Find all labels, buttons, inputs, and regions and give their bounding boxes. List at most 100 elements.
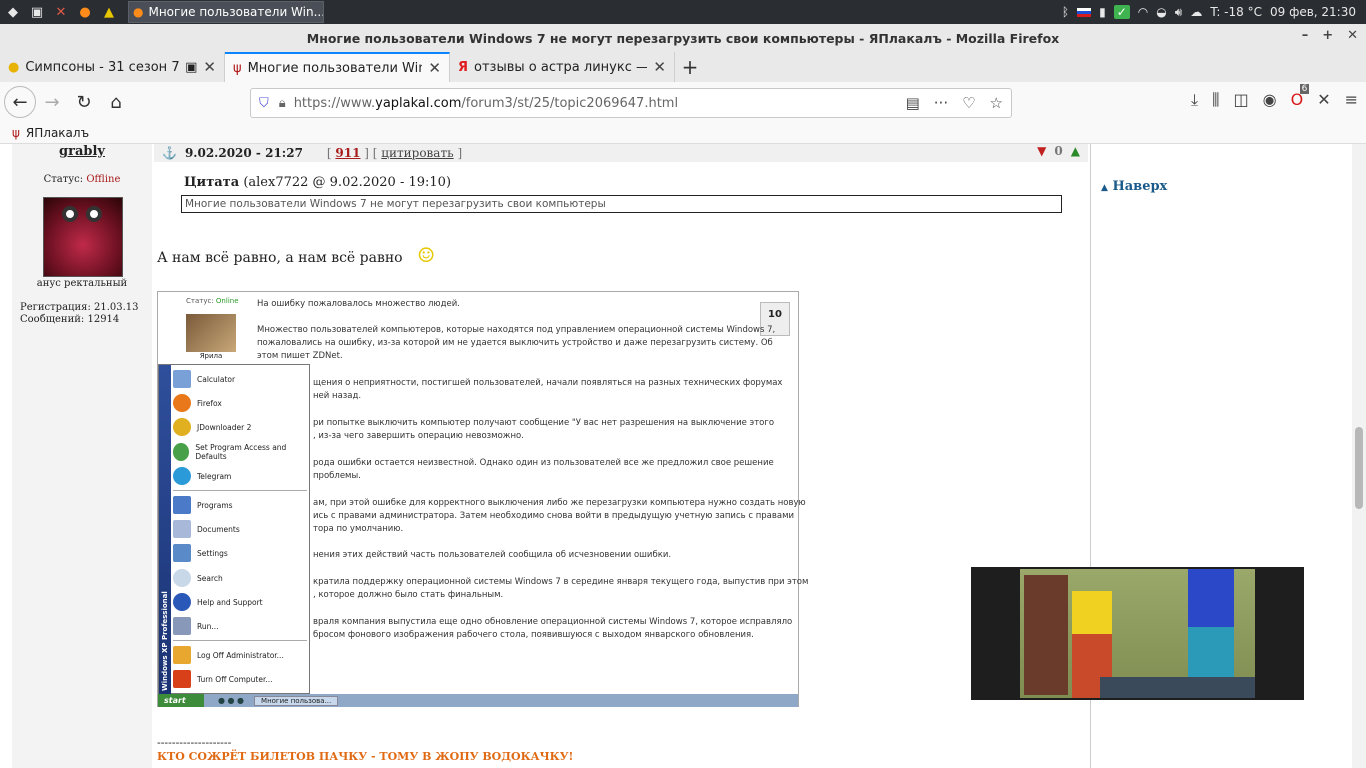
xp-menu-item: Set Program Access and Defaults — [173, 440, 309, 464]
xp-menu-label: Log Off Administrator... — [197, 650, 284, 660]
extension-x-icon[interactable]: ✕ — [1317, 90, 1330, 110]
weather-icon[interactable]: ☁ — [1190, 5, 1202, 19]
xp-menu-label: Run... — [197, 621, 219, 631]
xp-menu-item: Help and Support — [173, 590, 263, 614]
keyboard-layout-flag[interactable] — [1077, 7, 1092, 17]
embedded-line: ам, при этой ошибке для корректного выкл… — [313, 498, 806, 508]
back-to-top-link[interactable]: ▲ Наверх — [1101, 179, 1167, 194]
downloads-icon[interactable]: ⤓ — [1191, 90, 1198, 110]
telegram-icon — [173, 467, 191, 485]
xp-menu-item: Documents — [173, 517, 240, 541]
jdownloader-icon — [173, 418, 191, 436]
bluetooth-icon[interactable]: ᛒ — [1062, 5, 1069, 19]
quote-link[interactable]: цитировать — [381, 146, 453, 160]
xp-menu-label: Calculator — [197, 374, 236, 384]
xp-menu-label: Search — [197, 573, 223, 583]
opera-extension-icon[interactable]: O6 — [1291, 84, 1310, 110]
embedded-line: пожаловались на ошибку, из-за которой им… — [257, 338, 773, 348]
tab-label: Многие пользователи Wind — [247, 60, 423, 76]
post-header: ⚓ 9.02.2020 - 21:27 [ 911 ] [ цитировать… — [154, 144, 1088, 162]
xp-start-label: start — [164, 696, 186, 705]
scrollbar-thumb[interactable] — [1355, 427, 1363, 509]
hamburger-menu-icon[interactable]: ≡ — [1345, 90, 1358, 110]
bookmark-star-icon[interactable]: ☆ — [990, 94, 1003, 112]
picture-in-picture-video[interactable] — [971, 567, 1304, 700]
defaults-icon — [173, 443, 190, 461]
tab-strip: ● Симпсоны - 31 сезон 7 се ▣ ✕ ψ Многие … — [0, 52, 1366, 82]
terminal-icon[interactable]: ▣ — [26, 2, 48, 22]
minimize-icon[interactable]: – — [1302, 28, 1309, 43]
pocket-icon[interactable]: ♡ — [962, 94, 975, 112]
author-name[interactable]: grably — [12, 144, 152, 159]
ufo-icon[interactable]: ◒ — [1156, 5, 1166, 19]
embedded-line: , из-за чего завершить операцию невозмож… — [313, 431, 524, 441]
xp-menu-item: JDownloader 2 — [173, 415, 251, 439]
signature-text: КТО СОЖРЁТ БИЛЕТОВ ПАЧКУ - ТОМУ В ЖОПУ В… — [157, 750, 574, 763]
new-tab-button[interactable]: + — [675, 52, 705, 82]
url-bar[interactable]: ⛉ 🔒︎ https://www. yaplakal.com/forum3/st/… — [250, 88, 1012, 118]
battery-icon[interactable]: ▮ — [1099, 5, 1106, 19]
post-datetime: 9.02.2020 - 21:27 — [184, 146, 303, 160]
taskbar-firefox-task[interactable]: ● Многие пользователи Win... — [128, 1, 324, 23]
tab-simpsons[interactable]: ● Симпсоны - 31 сезон 7 се ▣ ✕ — [0, 52, 225, 82]
xp-start-strip: Windows XP Professional — [159, 365, 171, 695]
embedded-screenshot[interactable]: Статус: Online Ярила 10 На ошибку пожало… — [157, 291, 808, 707]
message-count: Сообщений: 12914 — [20, 314, 120, 325]
post-column: ⚓ 9.02.2020 - 21:27 [ 911 ] [ цитировать… — [154, 144, 1088, 768]
forward-button[interactable]: → — [36, 86, 68, 118]
thumbs-up-icon[interactable]: ▲ — [1071, 144, 1080, 158]
lock-icon[interactable]: 🔒︎ — [279, 96, 286, 111]
home-button[interactable]: ⌂ — [100, 86, 132, 118]
yandex-favicon-icon: Я — [458, 59, 469, 75]
warning-app-icon[interactable]: ▲ — [98, 2, 120, 22]
close-tab-icon[interactable]: ✕ — [203, 58, 216, 76]
tracking-shield-icon[interactable]: ⛉ — [259, 96, 269, 111]
dancing-banana-icon: ☺ — [417, 243, 435, 267]
sidebar-icon[interactable]: ◫ — [1234, 90, 1249, 110]
maximize-icon[interactable]: + — [1322, 28, 1333, 43]
run-icon — [173, 617, 191, 635]
tab-media-icon[interactable]: ▣ — [185, 60, 197, 75]
post-number-link[interactable]: 911 — [335, 146, 360, 160]
extension-badge: 6 — [1299, 84, 1310, 94]
tab-yandex[interactable]: Я отзывы о астра линукс — Ян ✕ — [450, 52, 675, 82]
xp-menu-label: Documents — [197, 524, 240, 534]
bookmark-yaplakal[interactable]: ЯПлакалъ — [26, 126, 89, 140]
xp-task-label: Многие пользова... — [254, 695, 339, 706]
url-prefix: https://www. — [293, 95, 376, 111]
firefox-launcher-icon[interactable]: ● — [74, 2, 96, 22]
library-icon[interactable]: ⫼ — [1212, 90, 1219, 110]
xp-menu-item: Run... — [173, 614, 219, 638]
anchor-icon[interactable]: ⚓ — [162, 146, 177, 160]
xp-menu-item: Telegram — [173, 464, 231, 488]
author-column: grably Статус: Offline анус ректальный Р… — [12, 144, 152, 768]
quote-block: Цитата (alex7722 @ 9.02.2020 - 19:10) — [184, 175, 451, 190]
url-path: /forum3/st/25/topic2069647.html — [461, 95, 679, 111]
wifi-icon[interactable]: ◠ — [1138, 5, 1148, 19]
file-manager-icon[interactable]: ✕ — [50, 2, 72, 22]
weather-label[interactable]: T: -18 °C — [1210, 5, 1262, 19]
thumbs-down-icon[interactable]: ▼ — [1037, 144, 1046, 158]
close-window-icon[interactable]: ✕ — [1347, 28, 1358, 43]
video-cabinet — [1024, 575, 1068, 695]
author-avatar[interactable] — [43, 197, 123, 277]
reader-view-icon[interactable]: ▤ — [906, 94, 920, 112]
clock[interactable]: 09 фев, 21:30 — [1270, 5, 1356, 19]
xp-menu-item: Turn Off Computer... — [173, 667, 273, 691]
xp-start-menu: Windows XP Professional Calculator Firef… — [158, 364, 310, 695]
update-check-icon[interactable]: ✓ — [1113, 5, 1130, 19]
tab-yaplakal[interactable]: ψ Многие пользователи Wind ✕ — [225, 52, 450, 82]
app-menu-icon[interactable]: ◆ — [2, 2, 24, 22]
window-titlebar: Многие пользователи Windows 7 не могут п… — [0, 24, 1366, 52]
embedded-status: Статус: Online — [186, 297, 239, 305]
account-icon[interactable]: ◉ — [1263, 90, 1277, 110]
close-tab-icon[interactable]: ✕ — [428, 59, 441, 77]
xp-menu-item: Firefox — [173, 391, 222, 415]
page-scrollbar[interactable] — [1352, 144, 1366, 768]
xp-start-button: start — [158, 694, 204, 707]
close-tab-icon[interactable]: ✕ — [653, 58, 666, 76]
volume-icon[interactable]: 🔊︎ — [1175, 5, 1183, 20]
back-button[interactable]: ← — [4, 86, 36, 118]
reload-button[interactable]: ↻ — [68, 86, 100, 118]
page-actions-icon[interactable]: ··· — [934, 94, 948, 112]
